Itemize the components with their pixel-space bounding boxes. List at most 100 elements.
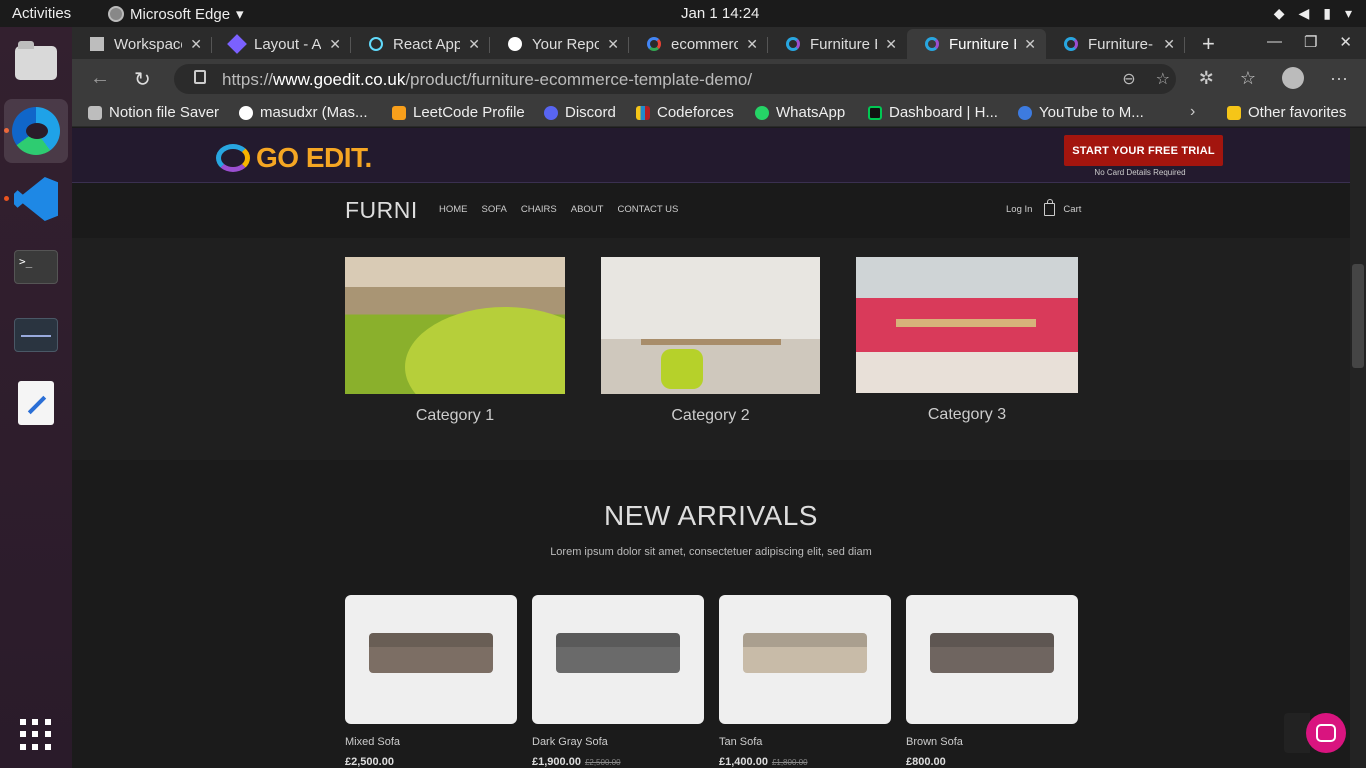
close-window-button[interactable]: ✕ — [1339, 33, 1352, 51]
favorite-label: Other favorites — [1248, 104, 1347, 121]
favorite-leetcode[interactable]: LeetCode Profile — [392, 104, 525, 121]
add-favorite-icon[interactable]: ☆ — [1156, 69, 1170, 89]
product-card[interactable]: Dark Gray Sofa £1,900.00 £2,500.00 — [532, 595, 704, 768]
close-icon[interactable]: ✕ — [885, 36, 897, 53]
menu-sofa[interactable]: SOFA — [482, 204, 507, 215]
terminal-icon: >_ — [14, 250, 58, 284]
tab-react-app[interactable]: React App ✕ — [351, 29, 490, 59]
lock-icon[interactable] — [194, 70, 206, 84]
product-name[interactable]: Brown Sofa — [906, 736, 1078, 748]
product-card[interactable]: Mixed Sofa £2,500.00 — [345, 595, 517, 768]
activities-button[interactable]: Activities — [12, 5, 71, 22]
login-link[interactable]: Log In — [1006, 204, 1032, 215]
chevron-down-icon: ▾ — [236, 6, 244, 23]
start-free-trial-button[interactable]: START YOUR FREE TRIAL — [1064, 135, 1223, 166]
favorite-masudxr[interactable]: masudxr (Mas... — [239, 104, 368, 121]
close-icon[interactable]: ✕ — [1163, 36, 1175, 53]
new-arrivals-section: NEW ARRIVALS Lorem ipsum dolor sit amet,… — [72, 460, 1350, 768]
category-card[interactable]: Category 3 — [856, 257, 1078, 424]
close-icon[interactable]: ✕ — [190, 36, 202, 53]
product-name[interactable]: Mixed Sofa — [345, 736, 517, 748]
profile-avatar[interactable] — [1282, 67, 1305, 89]
tab-furniture-3[interactable]: Furniture- ✕ — [1046, 29, 1185, 59]
close-icon[interactable]: ✕ — [746, 36, 758, 53]
dock-edge[interactable] — [4, 99, 68, 163]
tab-workspace[interactable]: Workspace ✕ — [72, 29, 212, 59]
shopping-bag-icon[interactable] — [1044, 199, 1056, 216]
favorite-notion-file-saver[interactable]: Notion file Saver — [88, 104, 219, 121]
goedit-logo[interactable]: GO EDIT. — [216, 142, 372, 174]
new-tab-button[interactable]: + — [1202, 31, 1215, 57]
tab-title: ecommerce — [671, 35, 739, 53]
app-menu[interactable]: Microsoft Edge ▾ — [108, 5, 244, 23]
chat-icon[interactable] — [1306, 713, 1346, 753]
category-card[interactable]: Category 2 — [601, 257, 820, 425]
show-apps-icon[interactable] — [20, 719, 52, 751]
goedit-logo-mark — [216, 144, 250, 172]
menu-about[interactable]: ABOUT — [571, 204, 604, 215]
dock-vscode[interactable] — [4, 167, 68, 231]
tab-furniture-active[interactable]: Furniture E ✕ — [907, 29, 1046, 59]
chevron-down-icon[interactable]: ▾ — [1345, 5, 1352, 22]
dock-text-editor[interactable] — [4, 371, 68, 435]
url-path: /product/furniture-ecommerce-template-de… — [405, 70, 753, 89]
menu-chairs[interactable]: CHAIRS — [521, 204, 557, 215]
product-image[interactable] — [532, 595, 704, 724]
other-favorites[interactable]: Other favorites — [1227, 104, 1346, 121]
scrollbar-thumb[interactable] — [1352, 264, 1364, 368]
zoom-icon[interactable]: ⊖ — [1122, 69, 1135, 89]
cart-link[interactable]: Cart — [1063, 204, 1081, 215]
close-icon[interactable]: ✕ — [329, 36, 341, 53]
favorite-youtube-to-mp3[interactable]: YouTube to M... — [1018, 104, 1144, 121]
category-image[interactable] — [601, 257, 820, 394]
close-icon[interactable]: ✕ — [607, 36, 619, 53]
restore-button[interactable]: ❐ — [1304, 33, 1317, 51]
dock-files[interactable] — [4, 31, 68, 95]
battery-icon[interactable]: ▮ — [1323, 5, 1331, 22]
product-name[interactable]: Tan Sofa — [719, 736, 891, 748]
dock-system-monitor[interactable] — [4, 303, 68, 367]
more-menu-icon[interactable]: ··· — [1330, 68, 1348, 89]
dock-terminal[interactable]: >_ — [4, 235, 68, 299]
menu-home[interactable]: HOME — [439, 204, 468, 215]
favorites-icon[interactable]: ☆ — [1240, 68, 1256, 89]
category-label[interactable]: Category 2 — [601, 407, 820, 425]
chevron-right-icon[interactable]: › — [1190, 103, 1195, 121]
refresh-button[interactable]: ↻ — [134, 67, 151, 92]
wifi-icon[interactable]: ◆ — [1274, 5, 1285, 22]
page-scrollbar[interactable] — [1350, 128, 1366, 768]
discord-icon — [544, 105, 558, 120]
product-image[interactable] — [345, 595, 517, 724]
category-card[interactable]: Category 1 — [345, 257, 565, 425]
system-tray[interactable]: ◆ ◀ ▮ ▾ — [1274, 5, 1352, 22]
favorite-codeforces[interactable]: Codeforces — [636, 104, 734, 121]
close-icon[interactable]: ✕ — [1024, 36, 1036, 53]
category-image[interactable] — [345, 257, 565, 394]
category-image[interactable] — [856, 257, 1078, 393]
address-bar[interactable]: https://www.goedit.co.uk/product/furnitu… — [174, 64, 1176, 94]
favorite-discord[interactable]: Discord — [544, 104, 616, 121]
product-name[interactable]: Dark Gray Sofa — [532, 736, 704, 748]
favorite-whatsapp[interactable]: WhatsApp — [755, 104, 845, 121]
back-button[interactable]: ← — [90, 67, 110, 90]
tab-furniture-1[interactable]: Furniture E ✕ — [768, 29, 907, 59]
product-image[interactable] — [719, 595, 891, 724]
product-image[interactable] — [906, 595, 1078, 724]
close-icon[interactable]: ✕ — [468, 36, 480, 53]
category-label[interactable]: Category 1 — [345, 407, 565, 425]
volume-icon[interactable]: ◀ — [1298, 5, 1309, 22]
product-card[interactable]: Brown Sofa £800.00 — [906, 595, 1078, 768]
tab-layout[interactable]: Layout - Ar ✕ — [212, 29, 351, 59]
minimize-button[interactable]: — — [1267, 33, 1282, 51]
site-brand[interactable]: FURNI — [345, 197, 418, 224]
tab-ecommerce[interactable]: ecommerce ✕ — [629, 29, 768, 59]
tab-your-repos[interactable]: Your Repos ✕ — [490, 29, 629, 59]
category-label[interactable]: Category 3 — [856, 406, 1078, 424]
clock[interactable]: Jan 1 14:24 — [681, 5, 759, 22]
edge-app-icon — [108, 6, 124, 22]
favorite-dashboard[interactable]: Dashboard | H... — [868, 104, 998, 121]
product-card[interactable]: Tan Sofa £1,400.00 £1,800.00 — [719, 595, 891, 768]
extensions-icon[interactable]: ✲ — [1199, 68, 1214, 89]
layout-app-icon — [227, 34, 247, 54]
menu-contact-us[interactable]: CONTACT US — [617, 204, 678, 215]
